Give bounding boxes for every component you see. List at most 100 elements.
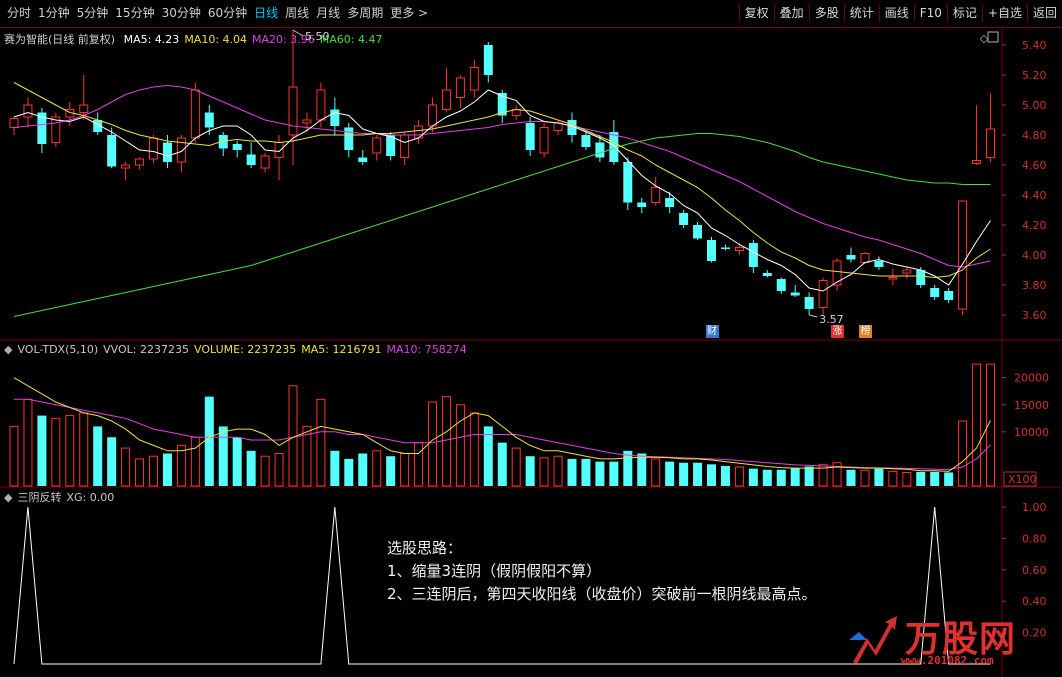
volume-bar: [511, 447, 521, 487]
volume-bar: [483, 426, 493, 486]
volume-bar: [330, 450, 340, 486]
candle-body: [149, 137, 158, 160]
note-line-1: 选股思路：: [387, 539, 463, 557]
y-tick-label: 5.00: [1022, 99, 1047, 112]
y-tick-label: 10000: [1014, 426, 1049, 439]
volume-bar: [860, 469, 870, 487]
volume-bar: [720, 465, 730, 486]
candle-body: [246, 154, 256, 165]
volume-bar: [79, 412, 89, 487]
candle-body: [372, 137, 382, 154]
volume-bar: [149, 455, 158, 487]
volume-bar: [469, 412, 479, 487]
volume-bar: [107, 437, 117, 486]
logo-url: www.201082.com: [901, 654, 994, 667]
candle-body: [190, 89, 200, 139]
candle-body: [595, 142, 605, 158]
note-line-2: 1、缩量3连阴（假阴假阳不算）: [387, 562, 602, 580]
volume-bar: [400, 453, 410, 487]
candle-body: [176, 137, 186, 163]
candle-body: [23, 104, 33, 118]
volume-bar: [414, 442, 424, 487]
y-tick-label: 0.80: [1022, 532, 1047, 545]
volume-bar: [525, 456, 535, 486]
event-badge[interactable]: 财: [705, 325, 719, 338]
volume-bar: [539, 457, 549, 487]
candle-body: [762, 273, 772, 276]
candle-body: [720, 247, 730, 249]
candle-body: [260, 155, 270, 169]
volume-bar: [121, 447, 131, 487]
volume-bar: [204, 396, 214, 486]
volume-bar: [497, 442, 507, 486]
volume-bar: [441, 396, 451, 487]
candle-body: [623, 162, 633, 203]
strategy-note: 选股思路： 1、缩量3连阴（假阴假阳不算） 2、三连阴后，第四天收阳线（收盘价）…: [387, 537, 817, 606]
candle-body: [916, 270, 926, 285]
candle-body: [330, 109, 340, 126]
event-badge[interactable]: 榜: [858, 325, 872, 338]
note-line-3: 2、三连阴后，第四天收阳线（收盘价）突破前一根阴线最高点。: [387, 585, 817, 603]
y-tick-label: 4.20: [1022, 219, 1047, 232]
candle-body: [972, 160, 982, 164]
volume-bar: [665, 461, 675, 486]
volume-bar: [190, 436, 200, 487]
volume-bar: [260, 455, 270, 487]
volume-bar: [232, 437, 242, 486]
event-badge[interactable]: 涨: [831, 325, 845, 338]
volume-bar: [93, 426, 103, 486]
expand-icon: [987, 31, 999, 43]
volume-bar: [916, 471, 926, 486]
candle-body: [553, 122, 563, 131]
low-marker: [809, 314, 818, 318]
candle-body: [748, 243, 758, 267]
candle-body: [274, 142, 284, 158]
y-tick-label: 3.60: [1022, 309, 1047, 322]
unit-label: X100: [1008, 473, 1037, 486]
volume-bar: [246, 450, 256, 486]
candle-body: [204, 112, 214, 128]
candle-body: [986, 128, 995, 158]
candle-body: [483, 45, 493, 75]
candle-body: [121, 164, 131, 169]
volume-bar: [386, 456, 396, 486]
candle-body: [9, 118, 19, 128]
volume-bar: [790, 468, 800, 486]
volume-bar: [888, 470, 898, 487]
volume-bar: [274, 453, 284, 487]
candle-body: [539, 127, 549, 154]
y-tick-label: 20000: [1014, 372, 1049, 385]
volume-bar: [358, 453, 368, 486]
volume-bar: [218, 426, 228, 486]
candle-body: [455, 77, 465, 98]
volume-bar: [428, 401, 437, 487]
volume-bar: [595, 461, 605, 486]
watermark-logo: 万股网 www.201082.com: [845, 610, 1057, 672]
y-tick-label: 3.80: [1022, 279, 1047, 292]
y-tick-label: 4.40: [1022, 189, 1047, 202]
candle-body: [302, 119, 312, 124]
candle-body: [344, 127, 354, 150]
candle-body: [902, 269, 912, 274]
candle-body: [874, 261, 884, 267]
candle-body: [930, 288, 940, 297]
high-marker: [292, 29, 304, 37]
candle-body: [888, 277, 898, 280]
volume-bar: [609, 461, 619, 486]
volume-bar: [776, 469, 786, 486]
bull-icon: [849, 616, 897, 664]
candle-body: [707, 240, 716, 261]
y-tick-label: 5.20: [1022, 69, 1047, 82]
volume-bar: [930, 471, 940, 486]
volume-bar: [567, 458, 577, 486]
y-tick-label: 0.40: [1022, 595, 1047, 608]
candle-body: [79, 104, 89, 113]
ma60-line: [13, 133, 991, 317]
volume-bar: [553, 455, 563, 487]
candle-body: [51, 116, 61, 143]
volume-bar: [65, 415, 75, 487]
volume-bar: [176, 444, 186, 487]
volume-bar: [651, 458, 661, 487]
volume-bar: [581, 458, 591, 486]
candle-body: [162, 142, 172, 162]
